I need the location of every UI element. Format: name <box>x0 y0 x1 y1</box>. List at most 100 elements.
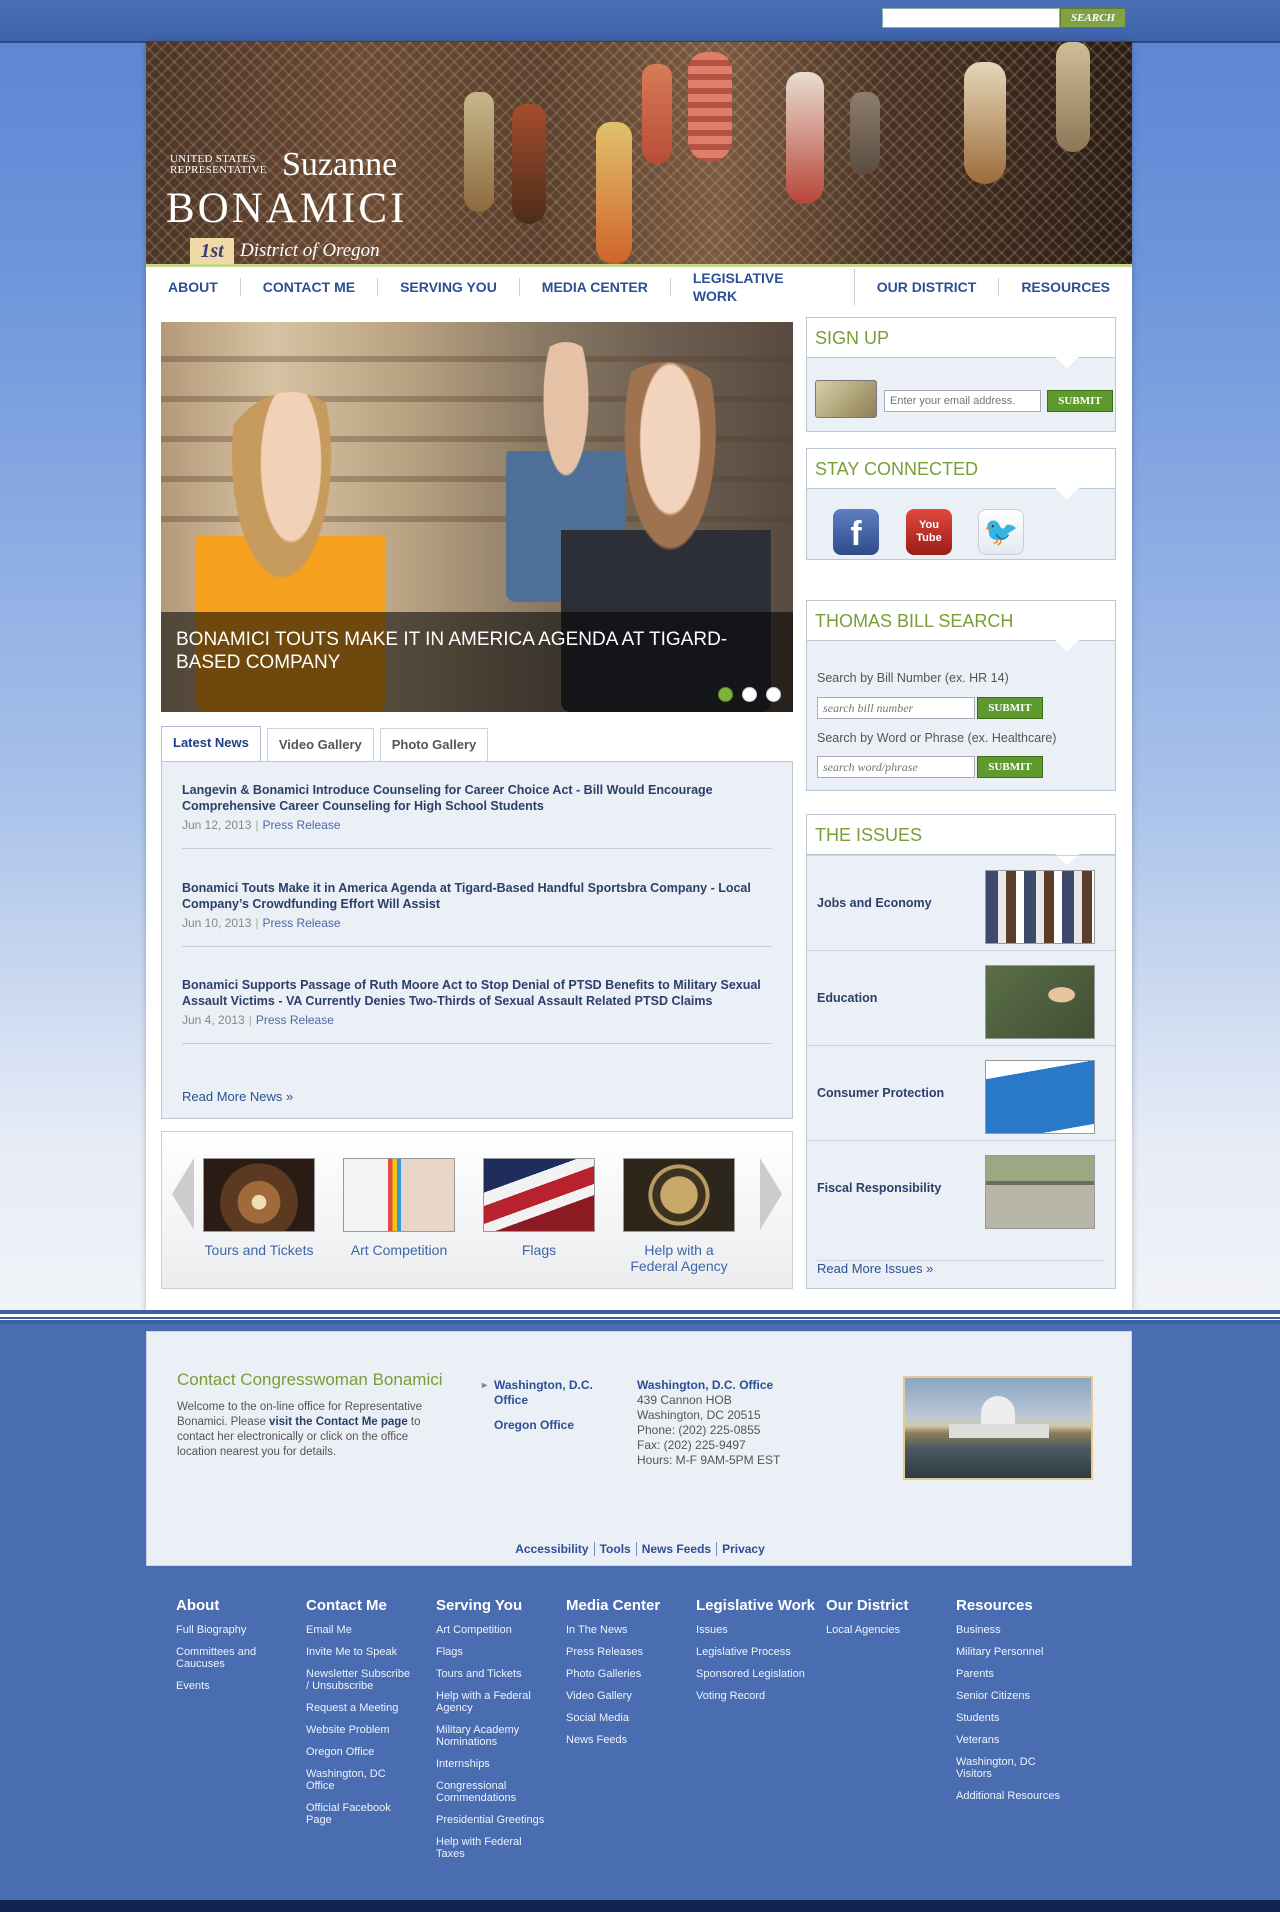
facebook-icon[interactable]: f <box>833 509 879 555</box>
sitemap-link[interactable]: Invite Me to Speak <box>306 1646 416 1658</box>
contact-welcome-text: Welcome to the on-line office for Repres… <box>177 1400 437 1460</box>
quicklink-tours[interactable]: Tours and Tickets <box>202 1158 316 1258</box>
sitemap-heading[interactable]: Serving You <box>436 1597 546 1614</box>
news-title[interactable]: Langevin & Bonamici Introduce Counseling… <box>182 782 772 814</box>
tab-photo-gallery[interactable]: Photo Gallery <box>379 728 489 762</box>
buoy-image <box>464 92 494 212</box>
bill-number-submit-button[interactable]: SUBMIT <box>977 697 1043 719</box>
nav-about[interactable]: ABOUT <box>146 278 241 296</box>
sitemap-heading[interactable]: About <box>176 1597 286 1614</box>
quicklink-flags[interactable]: Flags <box>482 1158 596 1258</box>
sitemap-link[interactable]: Local Agencies <box>826 1624 936 1636</box>
news-title[interactable]: Bonamici Touts Make it in America Agenda… <box>182 880 772 912</box>
sitemap-link[interactable]: Veterans <box>956 1734 1066 1746</box>
bill-word-submit-button[interactable]: SUBMIT <box>977 756 1043 778</box>
sitemap-link[interactable]: Sponsored Legislation <box>696 1668 806 1680</box>
sitemap-link[interactable]: Issues <box>696 1624 806 1636</box>
sitemap-link[interactable]: Help with Federal Taxes <box>436 1836 546 1860</box>
sitemap-heading[interactable]: Media Center <box>566 1597 676 1614</box>
sitemap-link[interactable]: Legislative Process <box>696 1646 806 1658</box>
sitemap-link[interactable]: Newsletter Subscribe / Unsubscribe <box>306 1668 416 1692</box>
issue-education[interactable]: Education <box>807 950 1115 1045</box>
nav-resources[interactable]: RESOURCES <box>999 278 1132 296</box>
news-type-link[interactable]: Press Release <box>263 818 341 832</box>
sitemap-link[interactable]: Senior Citizens <box>956 1690 1066 1702</box>
sitemap-link[interactable]: Business <box>956 1624 1066 1636</box>
sitemap-link[interactable]: Official Facebook Page <box>306 1802 416 1826</box>
sitemap-link[interactable]: Request a Meeting <box>306 1702 416 1714</box>
news-type-link[interactable]: Press Release <box>263 916 341 930</box>
nav-serving-you[interactable]: SERVING YOU <box>378 278 520 296</box>
sitemap-link[interactable]: Help with a Federal Agency <box>436 1690 546 1714</box>
sitemap-link[interactable]: Additional Resources <box>956 1790 1066 1802</box>
sitemap-link[interactable]: Military Personnel <box>956 1646 1066 1658</box>
sitemap-link[interactable]: In The News <box>566 1624 676 1636</box>
sitemap-link[interactable]: Washington, DC Office <box>306 1768 416 1792</box>
youtube-icon[interactable]: You Tube <box>906 509 952 555</box>
sitemap-link[interactable]: Washington, DC Visitors <box>956 1756 1066 1780</box>
sitemap-link[interactable]: Art Competition <box>436 1624 546 1636</box>
office-washington-link[interactable]: Washington, D.C. Office <box>482 1378 614 1408</box>
sitemap-link[interactable]: Military Academy Nominations <box>436 1724 546 1748</box>
read-more-news-link[interactable]: Read More News » <box>182 1089 293 1104</box>
sitemap-link[interactable]: Video Gallery <box>566 1690 676 1702</box>
issue-fiscal-responsibility[interactable]: Fiscal Responsibility <box>807 1140 1115 1235</box>
hero-title[interactable]: BONAMICI TOUTS MAKE IT IN AMERICA AGENDA… <box>176 628 776 674</box>
quicklink-federal-agency[interactable]: Help with a Federal Agency <box>622 1158 736 1274</box>
tools-link[interactable]: Tools <box>594 1542 637 1556</box>
sitemap-link[interactable]: Oregon Office <box>306 1746 416 1758</box>
nav-contact-me[interactable]: CONTACT ME <box>241 278 379 296</box>
sitemap-link[interactable]: Website Problem <box>306 1724 416 1736</box>
sitemap-heading[interactable]: Contact Me <box>306 1597 416 1614</box>
sitemap-link[interactable]: Full Biography <box>176 1624 286 1636</box>
signup-email-input[interactable] <box>884 390 1041 412</box>
sitemap-link[interactable]: Flags <box>436 1646 546 1658</box>
slide-dot-3[interactable] <box>766 687 781 702</box>
bill-word-input[interactable] <box>817 756 975 778</box>
issue-jobs-economy[interactable]: Jobs and Economy <box>807 855 1115 950</box>
accessibility-link[interactable]: Accessibility <box>510 1542 595 1556</box>
carousel-next-arrow-icon[interactable] <box>760 1158 782 1230</box>
tab-latest-news[interactable]: Latest News <box>161 726 261 762</box>
sitemap-link[interactable]: Congressional Commendations <box>436 1780 546 1804</box>
nav-media-center[interactable]: MEDIA CENTER <box>520 278 671 296</box>
sitemap-link[interactable]: Email Me <box>306 1624 416 1636</box>
sitemap-heading[interactable]: Legislative Work <box>696 1597 815 1614</box>
slide-dot-2[interactable] <box>742 687 757 702</box>
sitemap-link[interactable]: Events <box>176 1680 286 1692</box>
sitemap-link[interactable]: Parents <box>956 1668 1066 1680</box>
twitter-icon[interactable]: 🐦 <box>978 509 1024 555</box>
news-title[interactable]: Bonamici Supports Passage of Ruth Moore … <box>182 977 772 1009</box>
sitemap-link[interactable]: News Feeds <box>566 1734 676 1746</box>
sitemap-link[interactable]: Internships <box>436 1758 546 1770</box>
hero-slideshow[interactable]: BONAMICI TOUTS MAKE IT IN AMERICA AGENDA… <box>161 322 793 712</box>
issue-consumer-protection[interactable]: Consumer Protection <box>807 1045 1115 1140</box>
tab-video-gallery[interactable]: Video Gallery <box>266 728 374 762</box>
sitemap-heading[interactable]: Our District <box>826 1597 936 1614</box>
sitemap-link[interactable]: Tours and Tickets <box>436 1668 546 1680</box>
quicklink-art[interactable]: Art Competition <box>342 1158 456 1258</box>
contact-me-page-link[interactable]: visit the Contact Me page <box>269 1416 408 1428</box>
site-search-input[interactable] <box>882 8 1060 28</box>
slide-dot-1[interactable] <box>718 687 733 702</box>
nav-our-district[interactable]: OUR DISTRICT <box>855 278 1000 296</box>
sitemap-link[interactable]: Social Media <box>566 1712 676 1724</box>
sitemap-link[interactable]: Voting Record <box>696 1690 806 1702</box>
office-oregon-link[interactable]: Oregon Office <box>494 1418 614 1433</box>
sitemap-link[interactable]: Committees and Caucuses <box>176 1646 286 1670</box>
read-more-issues-link[interactable]: Read More Issues » <box>817 1260 1105 1276</box>
carousel-prev-arrow-icon[interactable] <box>172 1158 194 1230</box>
signup-submit-button[interactable]: SUBMIT <box>1047 390 1113 412</box>
news-feeds-link[interactable]: News Feeds <box>636 1542 718 1556</box>
sitemap-heading[interactable]: Resources <box>956 1597 1066 1614</box>
issue-label: Jobs and Economy <box>817 896 932 910</box>
sitemap-link[interactable]: Students <box>956 1712 1066 1724</box>
sitemap-link[interactable]: Photo Galleries <box>566 1668 676 1680</box>
privacy-link[interactable]: Privacy <box>717 1542 770 1556</box>
nav-legislative-work[interactable]: LEGISLATIVE WORK <box>671 269 855 305</box>
news-type-link[interactable]: Press Release <box>256 1013 334 1027</box>
site-search-button[interactable]: SEARCH <box>1060 8 1126 28</box>
bill-number-input[interactable] <box>817 697 975 719</box>
sitemap-link[interactable]: Presidential Greetings <box>436 1814 546 1826</box>
sitemap-link[interactable]: Press Releases <box>566 1646 676 1658</box>
